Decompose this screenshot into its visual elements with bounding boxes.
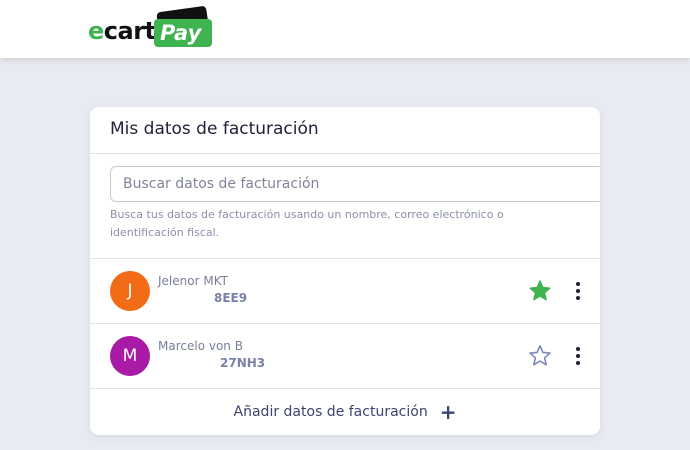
billing-entry-row[interactable]: J Jelenor MKT 8EE9 [90,259,600,323]
more-vertical-icon[interactable] [568,278,588,304]
card-title: Mis datos de facturación [110,119,319,139]
add-billing-data-label: Añadir datos de facturación [233,404,428,420]
billing-entry-name: Marcelo von B [158,339,243,353]
plus-icon: + [439,400,457,424]
billing-search-input[interactable] [110,166,600,202]
billing-entry-row[interactable]: M Marcelo von B 27NH3 [90,324,600,388]
star-filled-icon[interactable] [528,279,552,303]
more-vertical-icon[interactable] [568,343,588,369]
billing-entry-id: 27NH3 [220,356,266,370]
billing-entry-name: Jelenor MKT [158,274,228,288]
ecartpay-logo[interactable]: ecart Pay [88,5,214,49]
logo-pay-text: Pay [160,21,202,45]
title-divider [90,153,600,154]
add-billing-data-button[interactable]: Añadir datos de facturación + [90,389,600,435]
search-help-text: Busca tus datos de facturación usando un… [110,208,504,239]
top-bar: ecart Pay [0,0,690,58]
billing-entry-id: 8EE9 [214,291,248,305]
avatar: M [110,336,150,376]
avatar: J [110,271,150,311]
star-outline-icon[interactable] [528,344,552,368]
billing-data-card: Mis datos de facturación Busca tus datos… [90,107,600,435]
logo-wordmark: ecart [88,17,156,45]
